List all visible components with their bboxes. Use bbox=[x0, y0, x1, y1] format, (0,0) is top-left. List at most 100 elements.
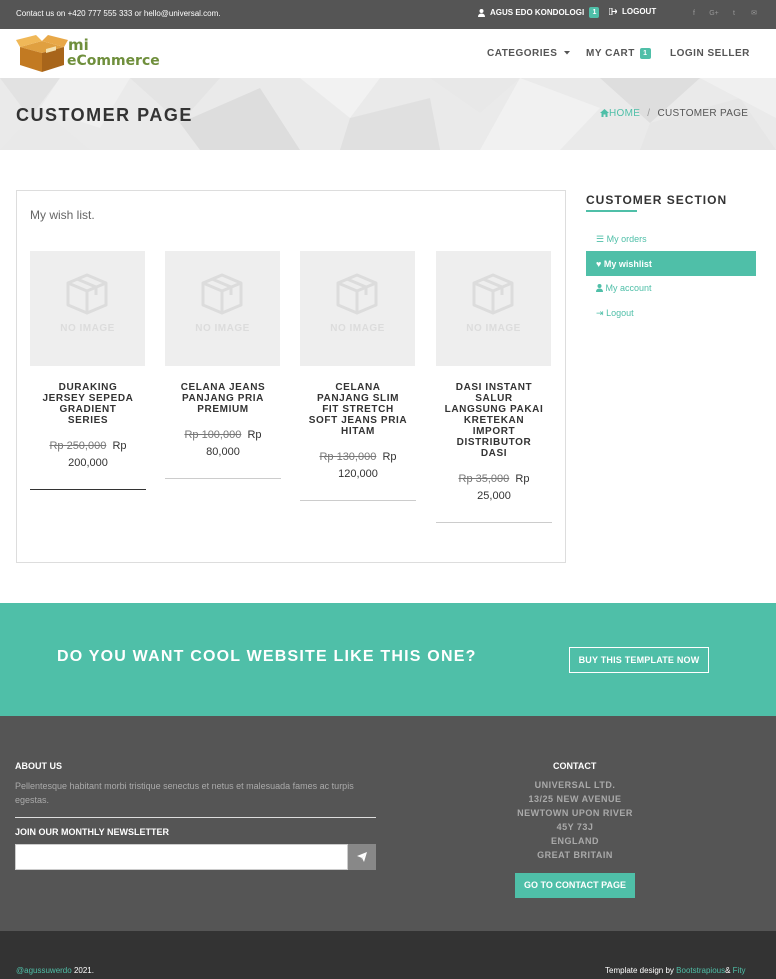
fity-link[interactable]: Fity bbox=[733, 966, 746, 975]
product-price: Rp 100,000 Rp 80,000 bbox=[165, 427, 281, 461]
navbar: mi eCommerce CATEGORIES MY CART 1 LOGIN … bbox=[0, 29, 776, 78]
box-placeholder-icon bbox=[66, 273, 108, 315]
copyright-right: Template design by Bootstrapious& Fity bbox=[605, 966, 746, 975]
social-links: f G+ t ✉ bbox=[684, 9, 764, 17]
logo-line2: eCommerce bbox=[67, 53, 160, 69]
product-price: Rp 250,000 Rp 200,000 bbox=[30, 438, 146, 472]
caret-down-icon bbox=[563, 51, 570, 55]
contact-title: CONTACT bbox=[553, 761, 597, 771]
product-card[interactable]: NO IMAGE DASI INSTANT SALUR LANGSUNG PAK… bbox=[436, 251, 552, 523]
sidebar-item-label: Logout bbox=[606, 308, 634, 318]
wishlist-box: My wish list. NO IMAGE DURAKING JERSEY S… bbox=[16, 190, 566, 563]
current-price: 25,000 bbox=[477, 490, 511, 502]
price-prefix: Rp bbox=[112, 440, 127, 452]
list-icon: ☰ bbox=[596, 234, 605, 244]
google-plus-icon[interactable]: G+ bbox=[704, 10, 724, 17]
price-prefix: Rp bbox=[515, 473, 530, 485]
user-menu[interactable]: AGUS EDO KONDOLOGI 1 bbox=[478, 7, 600, 18]
sidebar-item-my-orders[interactable]: ☰ My orders bbox=[586, 226, 756, 251]
user-icon bbox=[596, 284, 603, 292]
logout-link[interactable]: LOGOUT bbox=[608, 7, 657, 16]
current-price: 80,000 bbox=[206, 446, 240, 458]
box-placeholder-icon bbox=[472, 273, 514, 315]
about-text: Pellentesque habitant morbi tristique se… bbox=[15, 781, 354, 805]
price-prefix: Rp bbox=[247, 429, 262, 441]
product-card[interactable]: NO IMAGE DURAKING JERSEY SEPEDA GRADIENT… bbox=[30, 251, 146, 490]
no-image-label: NO IMAGE bbox=[466, 323, 521, 334]
design-prefix: Template design by bbox=[605, 966, 674, 975]
cta-text: DO YOU WANT COOL WEBSITE LIKE THIS ONE? bbox=[57, 648, 477, 665]
breadcrumb-current: CUSTOMER PAGE bbox=[657, 108, 749, 119]
product-price: Rp 130,000 Rp 120,000 bbox=[300, 449, 416, 483]
address-line: NEWTOWN UPON RIVER bbox=[517, 808, 633, 818]
user-icon bbox=[478, 8, 485, 17]
old-price: Rp 250,000 bbox=[49, 440, 107, 452]
product-divider bbox=[30, 489, 146, 490]
product-name[interactable]: DURAKING JERSEY SEPEDA GRADIENT SERIES bbox=[30, 382, 146, 426]
product-name[interactable]: DASI INSTANT SALUR LANGSUNG PAKAI KRETEK… bbox=[436, 382, 552, 459]
author-handle-link[interactable]: @agussuwerdo bbox=[16, 966, 72, 975]
newsletter-email-input[interactable] bbox=[15, 844, 348, 870]
sidebar-title-underline bbox=[586, 210, 637, 212]
nav-categories-label: CATEGORIES bbox=[487, 48, 558, 59]
nav-cart-label: MY CART bbox=[586, 48, 635, 60]
product-image[interactable]: NO IMAGE bbox=[300, 251, 415, 366]
bootstrapious-link[interactable]: Bootstrapious bbox=[676, 966, 725, 975]
footer-divider bbox=[15, 817, 376, 818]
product-card[interactable]: NO IMAGE CELANA PANJANG SLIM FIT STRETCH… bbox=[300, 251, 416, 501]
sidebar-item-logout[interactable]: ⇥ Logout bbox=[586, 300, 756, 325]
old-price: Rp 35,000 bbox=[458, 473, 510, 485]
twitter-icon[interactable]: t bbox=[724, 10, 744, 17]
copyright-year: 2021. bbox=[73, 966, 94, 975]
product-divider bbox=[300, 500, 416, 501]
address-line: 45Y 73J bbox=[556, 822, 594, 832]
old-price: Rp 100,000 bbox=[184, 429, 242, 441]
nav-categories[interactable]: CATEGORIES bbox=[487, 48, 570, 59]
old-price: Rp 130,000 bbox=[319, 451, 377, 463]
box-placeholder-icon bbox=[336, 273, 378, 315]
product-image[interactable]: NO IMAGE bbox=[436, 251, 551, 366]
address-line: GREAT BRITAIN bbox=[537, 850, 613, 860]
product-divider bbox=[165, 478, 281, 479]
logo[interactable]: mi eCommerce bbox=[16, 35, 161, 73]
no-image-label: NO IMAGE bbox=[195, 323, 250, 334]
about-title: ABOUT US bbox=[15, 761, 62, 771]
box-placeholder-icon bbox=[201, 273, 243, 315]
address-line: 13/25 NEW AVENUE bbox=[528, 794, 622, 804]
footer: ABOUT US Pellentesque habitant morbi tri… bbox=[0, 716, 776, 931]
contact-page-button[interactable]: GO TO CONTACT PAGE bbox=[515, 873, 635, 898]
sidebar-item-label: My orders bbox=[606, 234, 647, 244]
sidebar-item-label: My account bbox=[605, 283, 652, 293]
breadcrumb: HOME / CUSTOMER PAGE bbox=[600, 108, 748, 119]
nav-my-cart[interactable]: MY CART 1 bbox=[586, 48, 651, 59]
contact-info: Contact us on +420 777 555 333 or hello@… bbox=[16, 9, 221, 18]
box-logo-icon bbox=[16, 35, 68, 72]
copyright-left: @agussuwerdo 2021. bbox=[16, 966, 94, 975]
product-image[interactable]: NO IMAGE bbox=[30, 251, 145, 366]
sidebar-item-my-account[interactable]: My account bbox=[586, 275, 756, 300]
cta-banner: DO YOU WANT COOL WEBSITE LIKE THIS ONE? … bbox=[0, 603, 776, 716]
nav-login-seller[interactable]: LOGIN SELLER bbox=[670, 48, 750, 59]
user-badge: 1 bbox=[589, 7, 600, 18]
logout-label: LOGOUT bbox=[622, 7, 657, 16]
product-name[interactable]: CELANA PANJANG SLIM FIT STRETCH SOFT JEA… bbox=[300, 382, 416, 437]
page-title: CUSTOMER PAGE bbox=[16, 105, 193, 125]
buy-template-button[interactable]: BUY THIS TEMPLATE NOW bbox=[569, 647, 709, 673]
product-price: Rp 35,000 Rp 25,000 bbox=[436, 471, 552, 505]
contact-address: UNIVERSAL LTD. 13/25 NEW AVENUE NEWTOWN … bbox=[475, 778, 675, 862]
product-name[interactable]: CELANA JEANS PANJANG PRIA PREMIUM bbox=[165, 382, 281, 415]
facebook-icon[interactable]: f bbox=[684, 10, 704, 17]
product-card[interactable]: NO IMAGE CELANA JEANS PANJANG PRIA PREMI… bbox=[165, 251, 281, 479]
breadcrumb-separator: / bbox=[647, 108, 651, 119]
current-price: 200,000 bbox=[68, 457, 108, 469]
newsletter-send-button[interactable] bbox=[348, 844, 376, 870]
product-divider bbox=[436, 522, 552, 523]
breadcrumb-home-label: HOME bbox=[609, 108, 641, 119]
mail-icon[interactable]: ✉ bbox=[744, 9, 764, 17]
no-image-label: NO IMAGE bbox=[60, 323, 115, 334]
product-image[interactable]: NO IMAGE bbox=[165, 251, 280, 366]
sidebar-item-label: My wishlist bbox=[603, 259, 652, 269]
cart-badge: 1 bbox=[640, 48, 651, 59]
sidebar-item-my-wishlist[interactable]: ♥ My wishlist bbox=[586, 251, 756, 276]
breadcrumb-home[interactable]: HOME bbox=[600, 108, 643, 119]
